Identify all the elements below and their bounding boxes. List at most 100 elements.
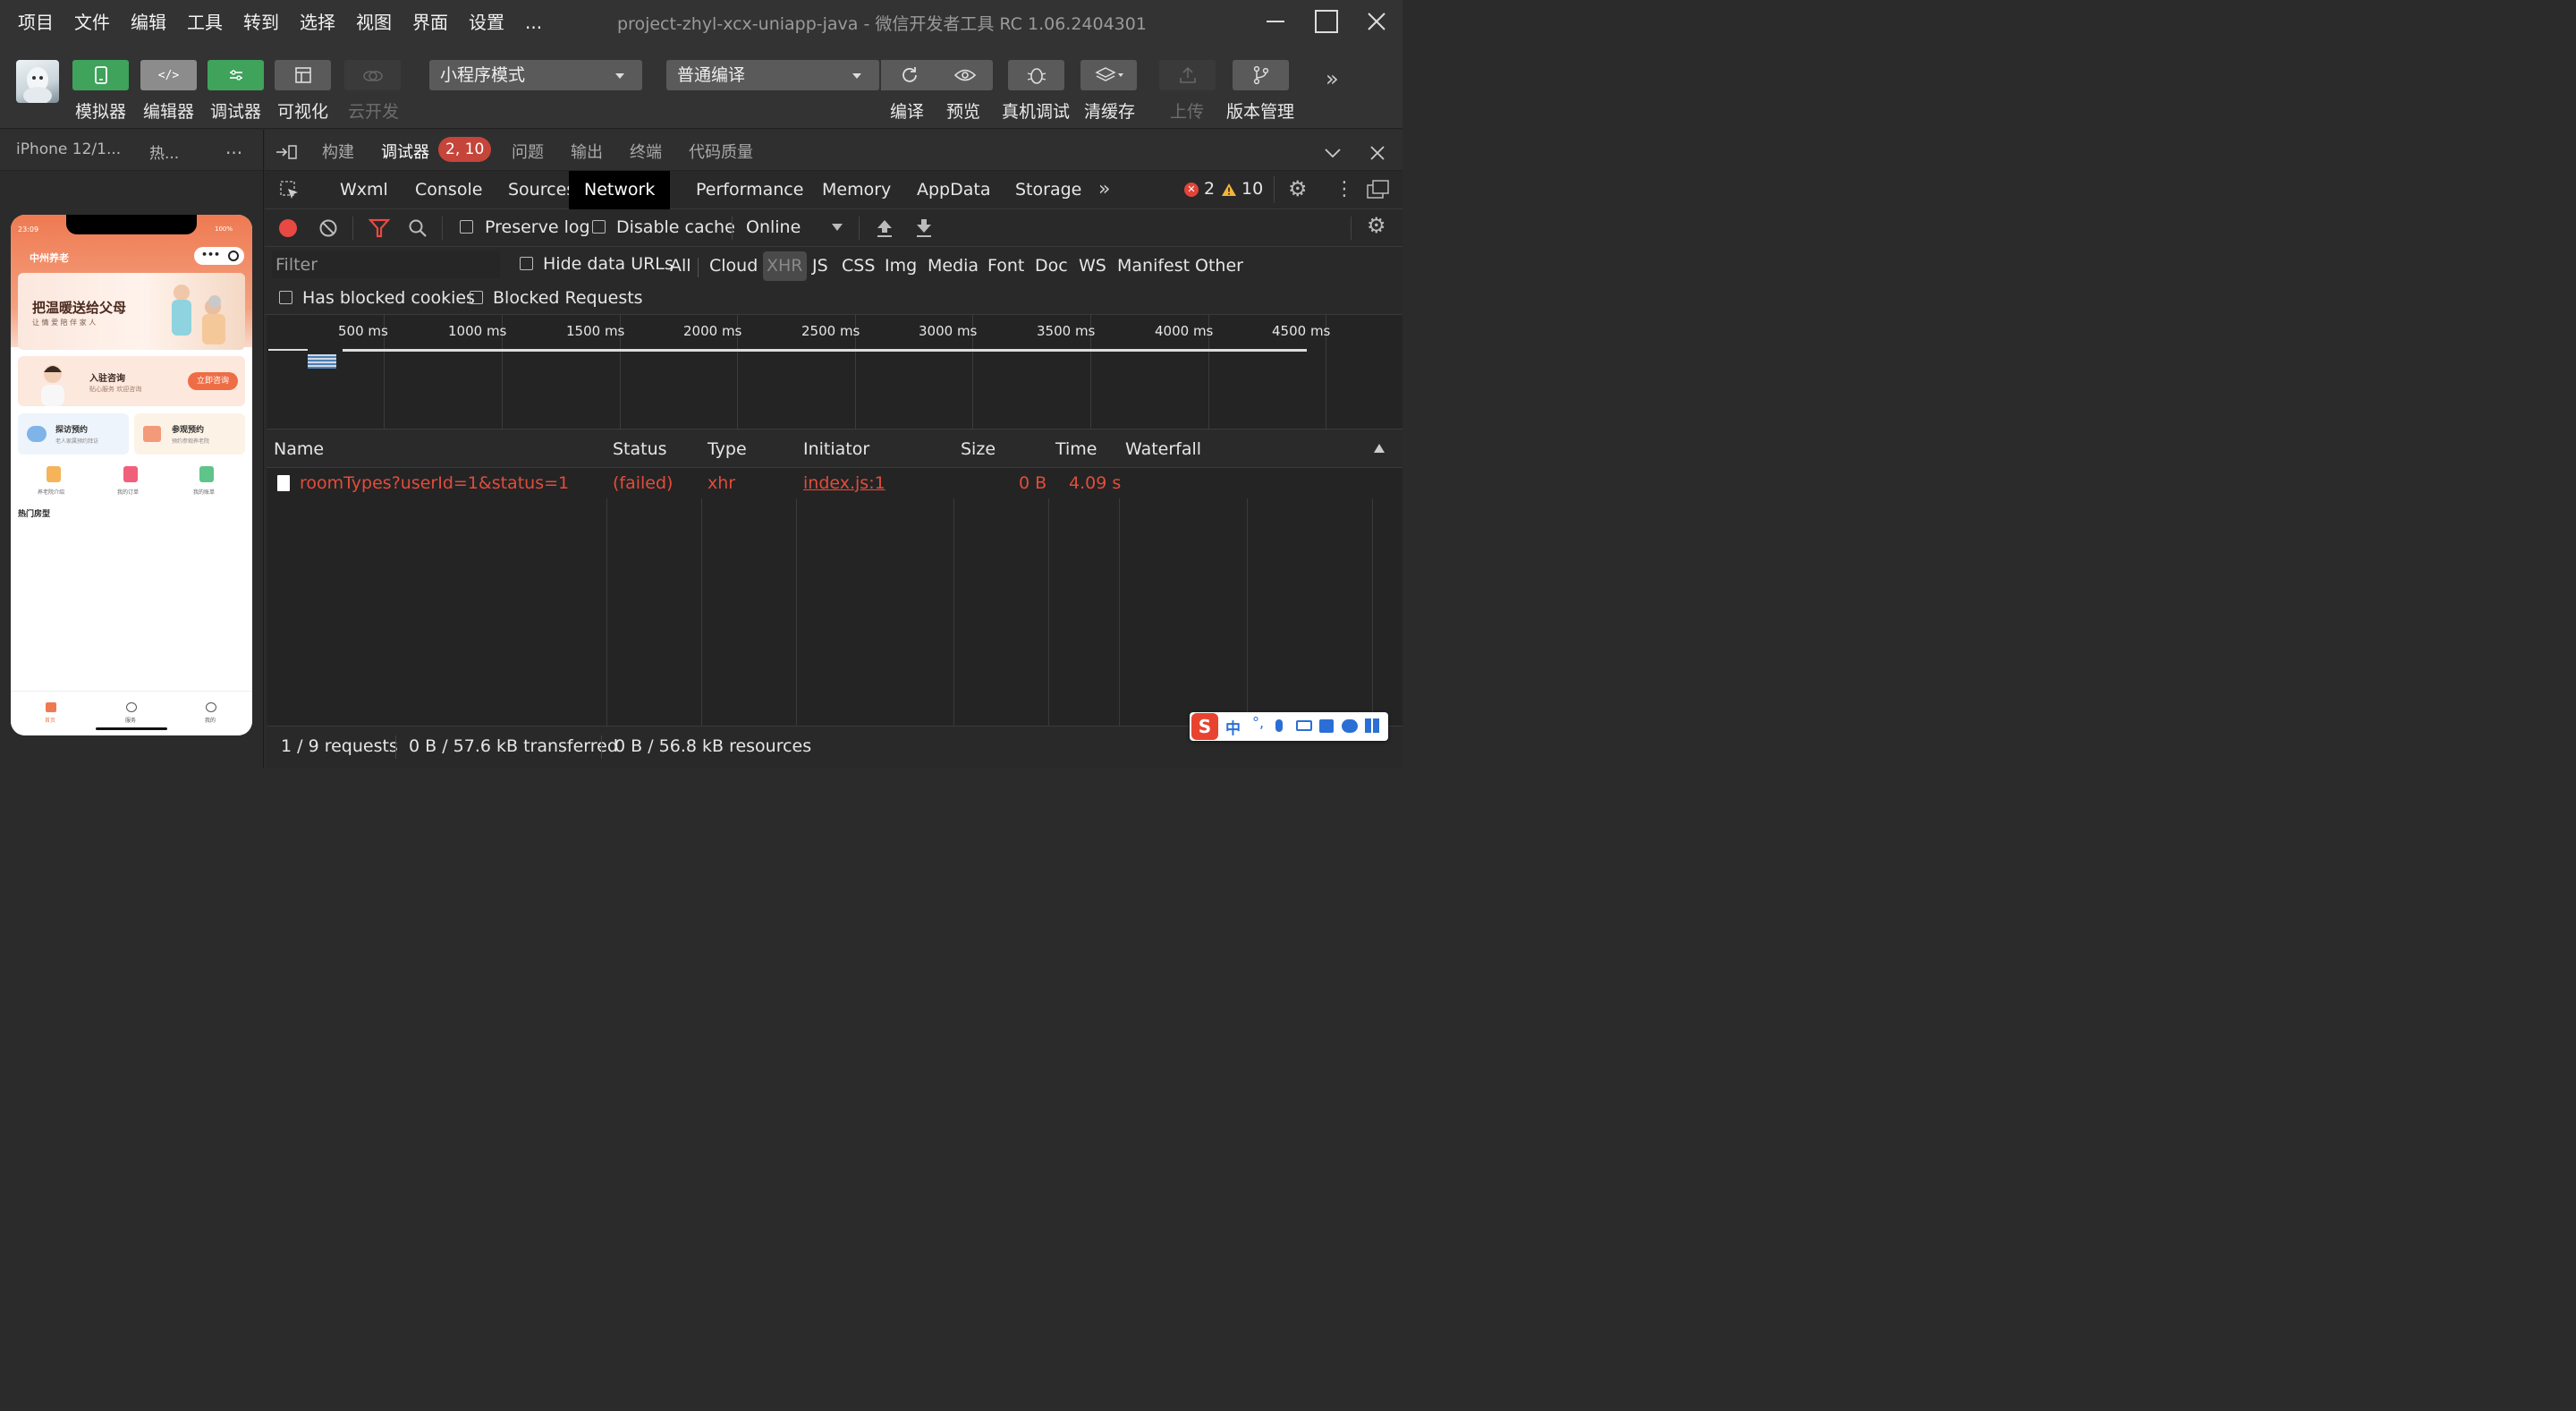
orders-icon[interactable] (123, 466, 138, 482)
bills-icon[interactable] (199, 466, 214, 482)
debugger-button[interactable] (208, 60, 264, 90)
punctuation-icon[interactable]: °, (1252, 714, 1264, 731)
menu-project[interactable]: 项目 (18, 9, 54, 36)
skin-icon[interactable] (1319, 719, 1334, 733)
tab-code-quality[interactable]: 代码质量 (689, 140, 753, 163)
ime-mode[interactable]: 中 (1225, 716, 1241, 738)
more-tabs-icon[interactable]: » (1098, 178, 1110, 200)
microphone-icon[interactable] (1275, 719, 1283, 732)
type-filter-doc[interactable]: Doc (1035, 256, 1068, 276)
tab-issues[interactable]: 问题 (512, 140, 544, 163)
chevron-down-icon[interactable] (1324, 147, 1342, 159)
compile-button[interactable] (881, 60, 937, 90)
type-filter-img[interactable]: Img (885, 256, 917, 276)
capsule-button[interactable]: ••• (194, 247, 244, 265)
column-header-time[interactable]: Time (1055, 439, 1097, 459)
panel-tab-console[interactable]: Console (415, 171, 482, 209)
column-header-waterfall[interactable]: Waterfall (1125, 439, 1201, 459)
banner[interactable]: 把温暖送给父母 让 情 爱 陪 伴 家 人 (18, 273, 245, 350)
timeline-overview[interactable]: 500 ms 1000 ms 1500 ms 2000 ms 2500 ms 3… (267, 315, 1402, 429)
throttling-select[interactable]: Online (746, 217, 801, 237)
service-icon[interactable] (126, 702, 137, 712)
undock-icon[interactable] (1367, 180, 1390, 200)
visual-button[interactable] (275, 60, 331, 90)
cloud-button[interactable] (344, 60, 401, 90)
clear-icon[interactable] (318, 218, 338, 238)
panel-tab-memory[interactable]: Memory (822, 171, 891, 209)
menu-view[interactable]: 视图 (356, 9, 392, 36)
tab-home[interactable]: 首页 (45, 716, 55, 724)
type-filter-cloud[interactable]: Cloud (709, 256, 758, 276)
apps-grid-icon[interactable] (1365, 718, 1379, 733)
table-row[interactable]: roomTypes?userId=1&status=1 (failed) xhr… (267, 468, 1385, 498)
hot-reload-tab[interactable]: 热... (149, 140, 179, 163)
blocked-requests-checkbox[interactable] (470, 291, 483, 304)
device-select[interactable]: iPhone 12/1... (16, 140, 121, 158)
type-filter-ws[interactable]: WS (1079, 256, 1106, 276)
menu-more[interactable]: ... (525, 9, 542, 36)
filter-input[interactable]: Filter (272, 251, 500, 278)
panel-tab-storage[interactable]: Storage (1015, 171, 1081, 209)
double-chevron-right-icon[interactable]: » (1326, 66, 1339, 91)
warning-count[interactable]: 10 (1241, 179, 1263, 199)
column-header-status[interactable]: Status (613, 439, 667, 459)
type-filter-all[interactable]: All (670, 256, 691, 276)
error-count[interactable]: 2 (1204, 179, 1215, 199)
avatar[interactable] (16, 60, 59, 103)
more-icon[interactable]: ... (225, 137, 242, 158)
preserve-log-checkbox[interactable] (460, 220, 473, 234)
tab-profile[interactable]: 我的 (205, 716, 216, 724)
filter-icon[interactable] (369, 218, 390, 238)
clear-cache-button[interactable] (1080, 60, 1137, 90)
tour-card[interactable]: 参观预约 预约参观养老院 (134, 413, 245, 455)
menu-goto[interactable]: 转到 (243, 9, 279, 36)
close-window-button[interactable] (1359, 5, 1394, 38)
network-settings-icon[interactable]: ⚙ (1367, 213, 1386, 238)
menu-tools[interactable]: 工具 (187, 9, 223, 36)
type-filter-js[interactable]: JS (812, 256, 828, 276)
panel-tab-network[interactable]: Network (569, 171, 671, 209)
chat-icon[interactable] (1342, 719, 1358, 733)
preview-button[interactable] (936, 60, 993, 90)
chevron-down-icon[interactable] (832, 224, 843, 231)
tab-build[interactable]: 构建 (322, 140, 354, 163)
tab-output[interactable]: 输出 (571, 140, 603, 163)
type-filter-other[interactable]: Other (1195, 256, 1243, 276)
consult-now-button[interactable]: 立即咨询 (188, 372, 238, 390)
real-debug-button[interactable] (1008, 60, 1064, 90)
type-filter-font[interactable]: Font (987, 256, 1024, 276)
type-filter-css[interactable]: CSS (842, 256, 875, 276)
menu-select[interactable]: 选择 (300, 9, 335, 36)
column-header-size[interactable]: Size (961, 439, 996, 459)
menu-edit[interactable]: 编辑 (131, 9, 166, 36)
panel-tab-wxml[interactable]: Wxml (340, 171, 388, 209)
mode-select[interactable]: 小程序模式 (429, 60, 642, 90)
element-picker-icon[interactable] (279, 180, 301, 201)
home-intro-icon[interactable] (47, 466, 61, 482)
menu-interface[interactable]: 界面 (412, 9, 448, 36)
record-button[interactable] (279, 219, 297, 237)
export-har-icon[interactable] (915, 218, 933, 238)
consult-card[interactable]: 入驻咨询 贴心服务 欢迎咨询 立即咨询 (18, 356, 245, 406)
simulator-button[interactable] (72, 60, 129, 90)
keyboard-icon[interactable] (1296, 720, 1312, 731)
import-har-icon[interactable] (876, 218, 894, 238)
panel-tab-sources[interactable]: Sources (508, 171, 575, 209)
kebab-menu-icon[interactable]: ⋮ (1335, 176, 1354, 203)
type-filter-media[interactable]: Media (928, 256, 979, 276)
panel-tab-appdata[interactable]: AppData (917, 171, 991, 209)
has-blocked-cookies-checkbox[interactable] (279, 291, 292, 304)
hide-data-urls-checkbox[interactable] (520, 257, 533, 270)
close-icon[interactable] (1369, 145, 1385, 161)
profile-icon[interactable] (206, 702, 216, 712)
version-button[interactable] (1233, 60, 1289, 90)
tab-service[interactable]: 服务 (125, 716, 136, 724)
request-name[interactable]: roomTypes?userId=1&status=1 (300, 473, 569, 493)
column-header-initiator[interactable]: Initiator (803, 439, 869, 459)
disable-cache-checkbox[interactable] (592, 220, 606, 234)
panel-tab-performance[interactable]: Performance (696, 171, 803, 209)
upload-button[interactable] (1159, 60, 1216, 90)
type-filter-xhr[interactable]: XHR (763, 251, 807, 281)
gear-icon[interactable]: ⚙ (1288, 176, 1308, 201)
tab-terminal[interactable]: 终端 (630, 140, 662, 163)
